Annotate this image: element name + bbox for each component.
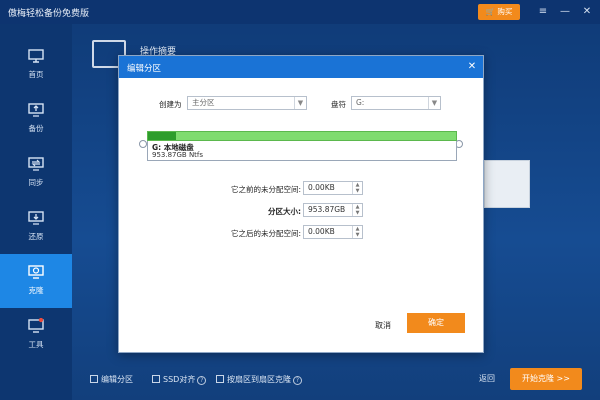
partition-size-label: 分区大小: bbox=[268, 207, 301, 216]
sidebar-item-clone[interactable]: 克隆 bbox=[0, 254, 72, 308]
sidebar-item-label: 同步 bbox=[28, 178, 44, 187]
dialog-title: 编辑分区 bbox=[127, 64, 162, 74]
unallocated-before-label: 它之前的未分配空间: bbox=[230, 185, 301, 194]
unallocated-after-label: 它之后的未分配空间: bbox=[230, 229, 301, 238]
spinner-icon[interactable]: ▲ ▼ bbox=[352, 182, 362, 194]
sector-clone-label: 按扇区到扇区克隆 bbox=[227, 375, 291, 384]
drive-letter-value: G: bbox=[356, 98, 365, 107]
back-button[interactable]: 返回 bbox=[479, 373, 495, 384]
dialog-close-icon[interactable]: ✕ bbox=[465, 60, 479, 74]
edit-partition-option[interactable]: 编辑分区 bbox=[90, 374, 133, 385]
partition-size-input[interactable]: 953.87GB ▲ ▼ bbox=[303, 203, 363, 217]
unallocated-after-input[interactable]: 0.00KB ▲ ▼ bbox=[303, 225, 363, 239]
sidebar-item-tools[interactable]: 工具 bbox=[0, 308, 72, 362]
home-icon bbox=[28, 49, 44, 63]
drive-letter-select[interactable]: G: ▼ bbox=[351, 96, 441, 110]
app-window: 傲梅轻松备份免费版 🛒 购买 ≡ — ✕ 首页 备份 同步 还原 克隆 工具 操… bbox=[0, 0, 600, 400]
backup-icon bbox=[28, 103, 44, 117]
sidebar-item-label: 工具 bbox=[28, 340, 44, 349]
partition-used-fill bbox=[148, 132, 176, 140]
ssd-align-label: SSD对齐 bbox=[163, 375, 196, 384]
create-as-label: 创建为 bbox=[159, 100, 182, 109]
clone-icon bbox=[28, 265, 44, 279]
partition-info: G: 本地磁盘 953.87GB Ntfs bbox=[147, 141, 457, 161]
sidebar-item-label: 克隆 bbox=[28, 286, 44, 295]
buy-label: 购买 bbox=[497, 7, 513, 16]
sidebar-item-label: 备份 bbox=[28, 124, 44, 133]
partition-size: 953.87GB Ntfs bbox=[152, 151, 204, 159]
sector-clone-checkbox[interactable]: 按扇区到扇区克隆? bbox=[216, 374, 302, 385]
menu-icon[interactable]: ≡ bbox=[536, 5, 550, 19]
sidebar-item-home[interactable]: 首页 bbox=[0, 38, 72, 92]
sync-icon bbox=[28, 157, 44, 171]
create-as-value: 主分区 bbox=[192, 98, 215, 107]
edit-partition-dialog: 编辑分区 ✕ 创建为 主分区 ▼ 盘符 G: ▼ G: 本地磁盘 953.87G… bbox=[118, 55, 484, 353]
chevron-down-icon: ▼ bbox=[294, 97, 306, 109]
start-clone-button[interactable]: 开始克隆 >> bbox=[510, 368, 582, 390]
restore-icon bbox=[28, 211, 44, 225]
partition-usage-bar bbox=[147, 131, 457, 141]
edit-icon bbox=[90, 375, 98, 383]
edit-partition-label: 编辑分区 bbox=[101, 375, 133, 384]
create-as-select[interactable]: 主分区 ▼ bbox=[187, 96, 307, 110]
sidebar: 首页 备份 同步 还原 克隆 工具 bbox=[0, 24, 72, 400]
partition-left-handle[interactable] bbox=[139, 140, 147, 148]
dialog-title-bar: 编辑分区 ✕ bbox=[119, 56, 483, 78]
help-icon[interactable]: ? bbox=[197, 376, 207, 385]
chevron-down-icon: ▼ bbox=[428, 97, 440, 109]
sidebar-item-restore[interactable]: 还原 bbox=[0, 200, 72, 254]
spinner-icon[interactable]: ▲ ▼ bbox=[352, 204, 362, 216]
sidebar-item-sync[interactable]: 同步 bbox=[0, 146, 72, 200]
ok-button[interactable]: 确定 bbox=[407, 313, 465, 333]
sidebar-item-label: 首页 bbox=[28, 70, 44, 79]
checkbox-icon bbox=[216, 375, 224, 383]
unallocated-before-input[interactable]: 0.00KB ▲ ▼ bbox=[303, 181, 363, 195]
sidebar-item-backup[interactable]: 备份 bbox=[0, 92, 72, 146]
cancel-button[interactable]: 取消 bbox=[375, 320, 391, 331]
unallocated-after-value: 0.00KB bbox=[308, 227, 335, 236]
tools-icon bbox=[28, 318, 44, 333]
drive-letter-label: 盘符 bbox=[331, 100, 346, 109]
ssd-align-checkbox[interactable]: SSD对齐? bbox=[152, 374, 207, 385]
bottom-bar: 编辑分区 SSD对齐? 按扇区到扇区克隆? 返回 开始克隆 >> bbox=[72, 360, 600, 400]
minimize-button[interactable]: — bbox=[558, 5, 572, 19]
help-icon[interactable]: ? bbox=[293, 376, 302, 385]
title-bar: 傲梅轻松备份免费版 🛒 购买 ≡ — ✕ bbox=[0, 0, 600, 24]
app-title: 傲梅轻松备份免费版 bbox=[8, 9, 90, 19]
partition-size-value: 953.87GB bbox=[308, 205, 346, 214]
spinner-icon[interactable]: ▲ ▼ bbox=[352, 226, 362, 238]
buy-button[interactable]: 🛒 购买 bbox=[478, 4, 520, 20]
close-window-button[interactable]: ✕ bbox=[580, 5, 594, 19]
cart-icon: 🛒 bbox=[485, 7, 495, 16]
checkbox-icon bbox=[152, 375, 160, 383]
background-panel bbox=[484, 160, 530, 208]
unallocated-before-value: 0.00KB bbox=[308, 183, 335, 192]
sidebar-item-label: 还原 bbox=[28, 232, 44, 241]
